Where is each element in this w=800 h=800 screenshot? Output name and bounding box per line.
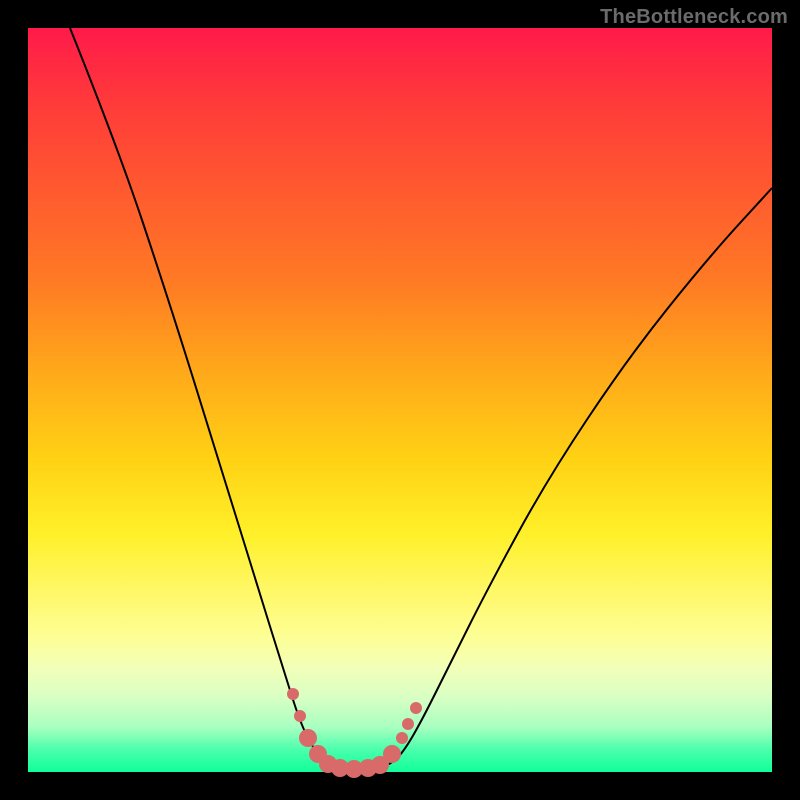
curve-marker <box>287 688 299 700</box>
bottleneck-curve-svg <box>28 28 772 772</box>
bottleneck-curve <box>70 28 772 769</box>
curve-marker <box>294 710 306 722</box>
plot-area <box>28 28 772 772</box>
curve-marker <box>396 732 408 744</box>
curve-markers <box>287 688 422 778</box>
curve-marker <box>410 702 422 714</box>
watermark-text: TheBottleneck.com <box>600 6 788 29</box>
curve-marker <box>383 745 401 763</box>
curve-marker <box>402 718 414 730</box>
curve-marker <box>299 729 317 747</box>
chart-stage: TheBottleneck.com <box>0 0 800 800</box>
